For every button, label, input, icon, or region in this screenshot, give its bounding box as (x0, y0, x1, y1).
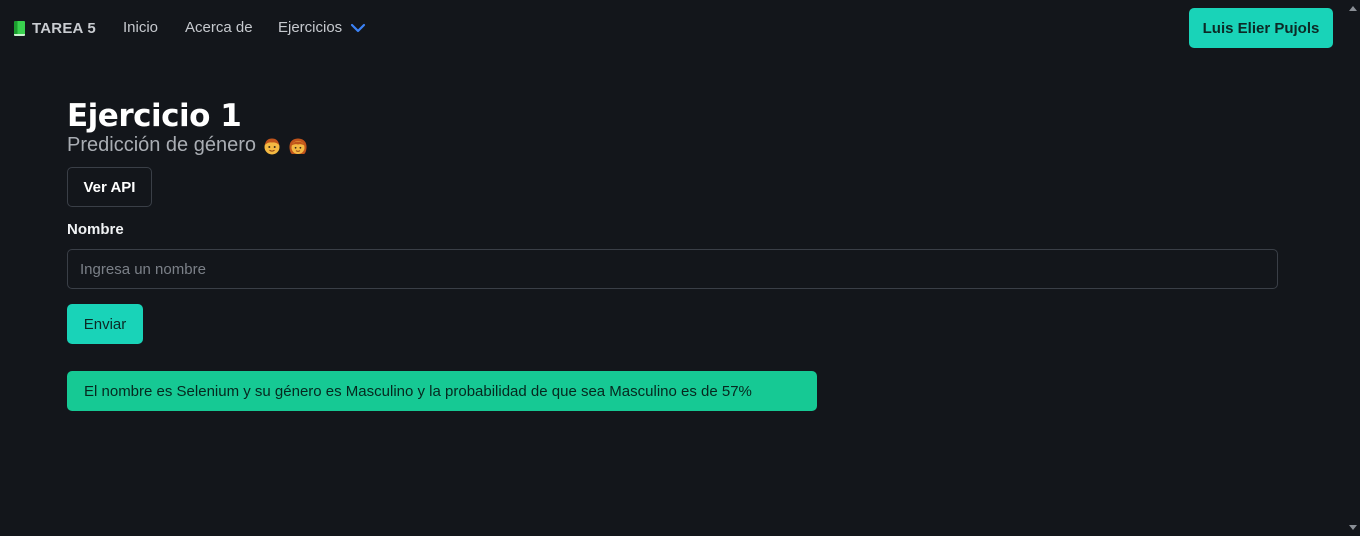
subtitle-text: Predicción de género (67, 134, 257, 156)
nav-dropdown-label: Ejercicios (278, 19, 343, 36)
brand-text: TAREA 5 (32, 19, 96, 37)
nav-link-inicio[interactable]: Inicio (123, 19, 158, 36)
submit-button[interactable]: Enviar (67, 304, 143, 344)
result-alert: El nombre es Selenium y su género es Mas… (67, 371, 817, 411)
user-profile-button[interactable]: Luis Elier Pujols (1189, 8, 1333, 48)
page-title: Ejercicio 1 (67, 98, 242, 134)
navbar: TAREA 5 Inicio Acerca de Ejercicios Luis… (0, 0, 1360, 56)
boy-emoji-icon (264, 138, 280, 154)
girl-emoji-icon (289, 138, 307, 154)
page-subtitle: Predicción de género (67, 134, 308, 157)
chevron-down-icon (351, 23, 366, 32)
nav-dropdown-ejercicios[interactable]: Ejercicios (278, 19, 366, 36)
name-field-label: Nombre (67, 221, 124, 238)
name-input[interactable] (67, 249, 1278, 289)
nav-link-acerca[interactable]: Acerca de (185, 19, 253, 36)
scroll-up-icon[interactable] (1349, 6, 1357, 11)
vertical-scrollbar[interactable] (1345, 0, 1360, 536)
scroll-down-icon[interactable] (1349, 525, 1357, 530)
book-icon (14, 20, 25, 36)
view-api-button[interactable]: Ver API (67, 167, 152, 207)
brand-link[interactable]: TAREA 5 (14, 18, 96, 38)
